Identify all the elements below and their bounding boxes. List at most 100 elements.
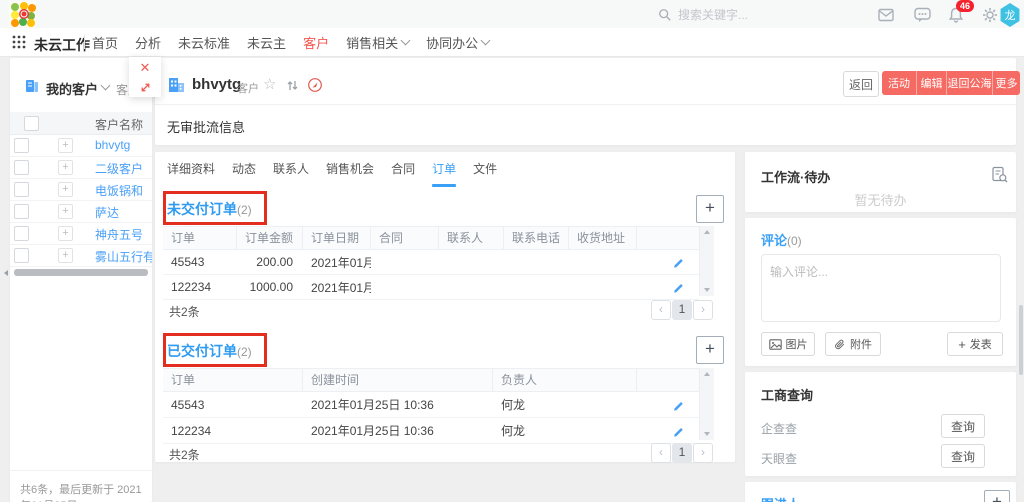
table-row: 45543 2021年01月25日 10:36 何龙 — [163, 392, 699, 418]
add-follower-button[interactable]: + — [984, 490, 1010, 502]
row-checkbox[interactable] — [14, 226, 29, 241]
current-page[interactable]: 1 — [672, 443, 692, 463]
image-button[interactable]: 图片 — [761, 332, 815, 356]
chevron-down-icon[interactable] — [101, 81, 111, 91]
order-link[interactable]: 122234 — [163, 424, 303, 438]
edit-button[interactable]: 编辑 — [916, 71, 946, 95]
gear-icon[interactable] — [982, 7, 998, 23]
customer-link[interactable]: 电饭锅和 — [95, 182, 143, 199]
nav-item-main[interactable]: 未云主 — [247, 33, 286, 52]
nav-item-analysis[interactable]: 分析 — [135, 33, 161, 52]
customer-link[interactable]: 萨达 — [95, 204, 119, 221]
order-amount: 200.00 — [237, 255, 303, 269]
list-view-title[interactable]: 我的客户 — [46, 79, 98, 98]
table-vscrollbar[interactable] — [699, 368, 714, 440]
row-checkbox[interactable] — [14, 182, 29, 197]
scroll-down-arrow[interactable] — [704, 288, 710, 292]
next-page-button[interactable]: › — [693, 300, 713, 320]
expand-icon[interactable]: + — [58, 204, 73, 219]
avatar[interactable]: 龙 — [999, 3, 1021, 27]
followers-title: 跟进人 — [761, 494, 800, 502]
hscroll-left-arrow[interactable] — [4, 270, 8, 276]
tianyancha-query-button[interactable]: 查询 — [941, 444, 985, 468]
nav-item-customers[interactable]: 客户 — [303, 33, 329, 52]
customer-row[interactable]: + 雾山五行有限 — [10, 244, 152, 267]
expand-icon[interactable]: + — [58, 248, 73, 263]
customer-link[interactable]: 神舟五号 — [95, 226, 143, 243]
expand-icon[interactable]: + — [58, 226, 73, 241]
page-vertical-scrollbar[interactable] — [1019, 305, 1023, 375]
star-icon[interactable]: ☆ — [263, 75, 276, 93]
customer-row[interactable]: + 二级客户 — [10, 156, 152, 179]
current-page[interactable]: 1 — [672, 300, 692, 320]
order-link[interactable]: 45543 — [163, 398, 303, 412]
tab-contracts[interactable]: 合同 — [391, 160, 415, 177]
select-all-checkbox[interactable] — [24, 116, 39, 131]
tab-activity[interactable]: 动态 — [232, 160, 256, 177]
tab-contacts[interactable]: 联系人 — [273, 160, 309, 177]
customer-link[interactable]: bhvytg — [95, 138, 130, 152]
comment-input[interactable] — [761, 254, 1001, 322]
publish-button[interactable]: + 发表 — [947, 332, 1003, 356]
return-to-pool-button[interactable]: 退回公海 — [946, 71, 992, 95]
workflow-search-icon[interactable] — [991, 166, 1008, 183]
expand-icon[interactable]: + — [58, 160, 73, 175]
expand-diagonal-icon[interactable] — [139, 81, 152, 94]
attachment-button[interactable]: 附件 — [825, 332, 881, 356]
next-page-button[interactable]: › — [693, 443, 713, 463]
global-search[interactable]: 搜索关键字... — [658, 6, 748, 23]
scroll-up-arrow[interactable] — [704, 230, 710, 234]
chat-icon[interactable] — [914, 7, 931, 23]
horizontal-scrollbar[interactable] — [14, 269, 148, 276]
back-button[interactable]: 返回 — [843, 71, 879, 97]
order-link[interactable]: 122234 — [163, 280, 237, 294]
row-checkbox[interactable] — [14, 160, 29, 175]
divider — [84, 35, 85, 49]
nav-item-standard[interactable]: 未云标准 — [178, 33, 230, 52]
nav-item-sales[interactable]: 销售相关 — [346, 33, 409, 52]
marker-icon[interactable] — [307, 77, 323, 93]
edit-pencil-icon[interactable] — [637, 256, 699, 268]
nav-item-home[interactable]: 首页 — [92, 33, 118, 52]
row-checkbox[interactable] — [14, 138, 29, 153]
col-actions — [637, 369, 699, 391]
approval-banner: 无审批流信息 — [167, 117, 245, 136]
table-vscrollbar[interactable] — [699, 226, 714, 296]
customer-row[interactable]: + 萨达 — [10, 200, 152, 223]
nav-item-collab[interactable]: 协同办公 — [426, 33, 489, 52]
transfer-icon[interactable] — [286, 79, 299, 92]
activity-button[interactable]: 活动 — [882, 71, 916, 95]
edit-pencil-icon[interactable] — [637, 425, 699, 437]
edit-pencil-icon[interactable] — [637, 281, 699, 293]
scroll-up-arrow[interactable] — [704, 372, 710, 376]
order-link[interactable]: 45543 — [163, 255, 237, 269]
tab-orders[interactable]: 订单 — [432, 160, 456, 177]
edit-pencil-icon[interactable] — [637, 399, 699, 411]
tab-files[interactable]: 文件 — [473, 160, 497, 177]
expand-icon[interactable]: + — [58, 182, 73, 197]
prev-page-button[interactable]: ‹ — [651, 300, 671, 320]
search-placeholder: 搜索关键字... — [678, 6, 748, 23]
mail-icon[interactable] — [878, 8, 894, 22]
close-icon[interactable]: ✕ — [140, 61, 151, 74]
prev-page-button[interactable]: ‹ — [651, 443, 671, 463]
more-button[interactable]: 更多 — [992, 71, 1020, 95]
active-tab-underline — [432, 184, 456, 187]
customer-row[interactable]: + 神舟五号 — [10, 222, 152, 245]
add-order-button[interactable]: + — [696, 336, 724, 364]
customer-row[interactable]: + bhvytg — [10, 134, 152, 157]
scroll-down-arrow[interactable] — [704, 432, 710, 436]
app-logo[interactable] — [9, 1, 36, 27]
qichacha-query-button[interactable]: 查询 — [941, 414, 985, 438]
add-order-button[interactable]: + — [696, 195, 724, 223]
row-checkbox[interactable] — [14, 204, 29, 219]
tab-details[interactable]: 详细资料 — [167, 160, 215, 177]
notification-badge: 46 — [956, 0, 974, 12]
customer-link[interactable]: 雾山五行有限 — [95, 248, 152, 265]
customer-link[interactable]: 二级客户 — [95, 160, 143, 177]
apps-grid-icon[interactable] — [12, 35, 26, 49]
tab-opportunities[interactable]: 销售机会 — [326, 160, 374, 177]
expand-icon[interactable]: + — [58, 138, 73, 153]
row-checkbox[interactable] — [14, 248, 29, 263]
customer-row[interactable]: + 电饭锅和 — [10, 178, 152, 201]
